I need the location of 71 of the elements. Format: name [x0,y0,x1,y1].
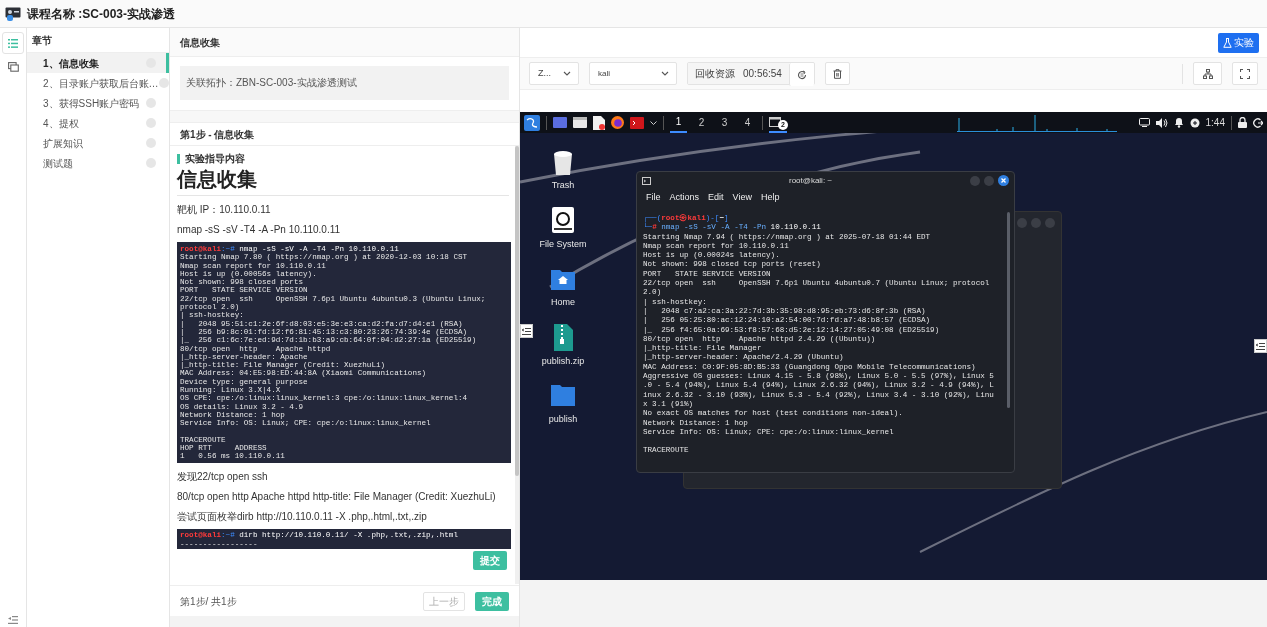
chapter-item[interactable]: 测试题 [27,153,169,173]
power-status-icon[interactable] [1189,117,1200,128]
volume-icon[interactable] [1155,117,1168,128]
logout-icon[interactable] [1253,117,1263,128]
network-icon [1202,68,1213,79]
zone-select[interactable]: Z... [529,62,579,85]
fullscreen-icon [1240,68,1250,79]
reclaim-button[interactable]: 回收资源 00:56:54 [688,63,789,84]
terminal-icon [642,176,651,185]
trash-icon [832,68,842,79]
machine-select[interactable]: kali [589,62,677,85]
list-icon [8,38,18,48]
chapter-item[interactable]: 4、提权 [27,113,169,133]
caret-icon [661,71,669,76]
menu-item[interactable]: Edit [708,190,724,205]
experiment-button[interactable]: 实验 [1218,32,1259,53]
window-icon [769,116,781,127]
fullscreen-button[interactable] [1232,62,1258,85]
lock-icon[interactable] [1238,117,1247,128]
menu-item[interactable]: File [646,190,661,205]
section-label: 实验指导内容 [177,154,245,164]
paragraph: 靶机 IP：10.110.0.11 [177,204,272,216]
paragraph: 80/tcp open http Apache httpd http-title: File Manager (Credit: XuezhuLi) [177,491,497,504]
course-title: 课程名称 :SC-003-实战渗透 [27,5,175,23]
browser-icon[interactable] [611,116,624,129]
editor-app-icon[interactable] [593,115,605,130]
flask-icon [1223,37,1232,48]
close-icon[interactable] [998,175,1009,186]
status-dot [146,118,156,128]
paragraph: 发现22/tcp open ssh [177,471,269,484]
window-title: root@kali: ~ [788,174,833,187]
step-title: 第1步 - 信息收集 [170,122,519,146]
refresh-icon [796,69,807,80]
caret-icon [563,71,571,76]
logo-icon [5,6,21,21]
workspace-button[interactable]: 4 [739,112,756,133]
collapse-icon[interactable] [8,616,18,624]
display-icon[interactable] [1138,118,1150,127]
topology-label: 关联拓扑：ZBN-SC-003-实战渗透测试 [180,66,509,100]
drive-icon [549,205,577,235]
paragraph: nmap -sS -sV -T4 -A -Pn 10.110.0.11 [177,224,342,236]
scrollbar-thumb[interactable] [515,146,519,476]
chapter-item[interactable]: 3、获得SSH账户密码 [27,93,169,113]
workspace-button[interactable]: 1 [670,112,687,133]
content-heading: 信息收集 [177,166,509,196]
status-dot [146,158,156,168]
console-icon[interactable] [630,116,644,129]
menu-item[interactable]: Help [760,190,780,205]
app-menu-icon[interactable] [524,114,540,131]
workspace-button[interactable]: 3 [716,112,733,133]
delete-button[interactable] [824,62,850,85]
chapter-item[interactable]: 1、信息收集 [27,53,169,73]
paragraph: 尝试页面枚举dirb http://10.110.0.11 -X .php,.html,.txt,.zip [177,511,428,524]
scrollbar-thumb[interactable] [1007,212,1010,408]
bell-icon[interactable] [1173,117,1184,128]
chapter-item[interactable]: 2、目录账户获取后台账… [27,73,169,93]
topology-button[interactable] [1193,62,1222,85]
workspace-button[interactable]: 2 [693,112,710,133]
status-dot [146,138,156,148]
status-dot [146,98,156,108]
chapter-item[interactable]: 扩展知识 [27,133,169,153]
menu-item[interactable]: Actions [669,190,700,205]
clock: 1:44 [1205,116,1225,130]
refresh-button[interactable] [788,63,814,86]
caret-icon[interactable] [650,120,657,125]
panel-toggle-icon[interactable] [1254,339,1267,353]
menu-item[interactable]: View [732,190,752,205]
step-counter: 第1步/ 共1步 [180,594,238,609]
panel-toggle-icon[interactable] [520,324,533,338]
panel-title: 信息收集 [170,28,519,57]
windows-icon[interactable] [7,62,19,72]
